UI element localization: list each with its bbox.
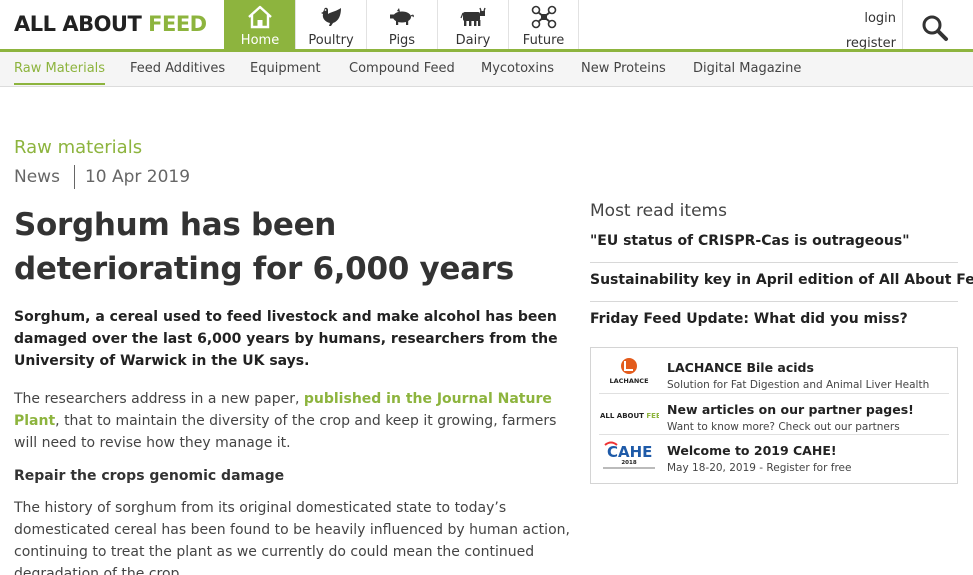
home-icon bbox=[248, 5, 272, 29]
article-paragraph-2: The history of sorghum from its original… bbox=[14, 500, 570, 575]
logo-text-feed: FEED bbox=[148, 12, 207, 36]
paragraph-text: , that to maintain the diversity of the … bbox=[14, 413, 557, 451]
most-read-item[interactable]: Friday Feed Update: What did you miss? bbox=[590, 311, 958, 327]
article-date: 10 Apr 2019 bbox=[84, 167, 191, 187]
category-home[interactable]: Home bbox=[224, 0, 295, 50]
subnav-equipment[interactable]: Equipment bbox=[250, 52, 321, 86]
site-header: ALL ABOUT FEED Home Poultry Pigs Dairy F… bbox=[0, 0, 973, 51]
cow-icon bbox=[460, 7, 486, 26]
drone-icon bbox=[531, 5, 556, 29]
partner-title: New articles on our partner pages! bbox=[667, 402, 914, 417]
partner-item-cahe[interactable]: CAHE 2018 Welcome to 2019 CAHE! May 18-2… bbox=[599, 434, 949, 474]
category-future-label: Future bbox=[522, 33, 565, 48]
category-future[interactable]: Future bbox=[508, 0, 579, 50]
subnav-feed-additives[interactable]: Feed Additives bbox=[130, 52, 225, 86]
article-paragraph-1: The researchers address in a new paper, … bbox=[14, 388, 574, 454]
subnav-mycotoxins[interactable]: Mycotoxins bbox=[481, 52, 554, 86]
logo-text: ALL ABOUT bbox=[14, 12, 149, 36]
partner-subtitle: Want to know more? Check out our partner… bbox=[667, 421, 900, 433]
most-read-item[interactable]: Sustainability key in April edition of A… bbox=[590, 272, 973, 288]
partner-title: Welcome to 2019 CAHE! bbox=[667, 443, 837, 458]
category-poultry[interactable]: Poultry bbox=[295, 0, 366, 50]
article-section-link[interactable]: Raw materials bbox=[14, 137, 142, 158]
mini-logo-text-feed: FEED bbox=[646, 412, 659, 420]
most-read-item[interactable]: "EU status of CRISPR-Cas is outrageous" bbox=[590, 233, 958, 249]
subnav-compound-feed[interactable]: Compound Feed bbox=[349, 52, 455, 86]
category-dairy[interactable]: Dairy bbox=[437, 0, 508, 50]
partner-item-allaboutfeed[interactable]: ALL ABOUT FEED New articles on our partn… bbox=[599, 393, 949, 433]
category-pigs-label: Pigs bbox=[388, 33, 416, 48]
site-logo[interactable]: ALL ABOUT FEED bbox=[14, 12, 207, 36]
divider bbox=[590, 301, 958, 302]
partner-subtitle: May 18-20, 2019 - Register for free bbox=[667, 462, 852, 474]
subnav-digital-magazine[interactable]: Digital Magazine bbox=[693, 52, 801, 86]
search-button[interactable] bbox=[902, 0, 973, 50]
subnav-raw-materials[interactable]: Raw Materials bbox=[14, 52, 106, 86]
category-pigs[interactable]: Pigs bbox=[366, 0, 437, 50]
partner-title: LACHANCE Bile acids bbox=[667, 360, 814, 375]
search-icon bbox=[922, 15, 948, 41]
most-read-heading: Most read items bbox=[590, 201, 727, 221]
divider bbox=[590, 262, 958, 263]
paragraph-text: The researchers address in a new paper, bbox=[14, 391, 304, 407]
chicken-icon bbox=[321, 7, 341, 26]
login-link[interactable]: login bbox=[810, 6, 896, 31]
partner-item-lachance[interactable]: LACHANCE LACHANCE Bile acids Solution fo… bbox=[599, 352, 949, 392]
cahe-logo-text: CAHE bbox=[607, 443, 652, 461]
partner-box: LACHANCE LACHANCE Bile acids Solution fo… bbox=[590, 347, 958, 484]
allaboutfeed-logo: ALL ABOUT FEED bbox=[599, 398, 667, 430]
article-subheading: Repair the crops genomic damage bbox=[14, 468, 285, 484]
meta-divider bbox=[73, 165, 75, 189]
category-home-label: Home bbox=[240, 33, 280, 48]
lachance-logo-icon: LACHANCE bbox=[609, 358, 649, 385]
partner-subtitle: Solution for Fat Digestion and Animal Li… bbox=[667, 379, 930, 391]
article-meta: News 10 Apr 2019 bbox=[14, 165, 190, 189]
article-type: News bbox=[14, 167, 60, 187]
svg-text:ALL ABOUT FEED: ALL ABOUT FEED bbox=[600, 412, 659, 420]
lachance-logo: LACHANCE bbox=[599, 356, 659, 388]
article-lead: Sorghum, a cereal used to feed livestock… bbox=[14, 309, 558, 369]
article-title: Sorghum has been deteriorating for 6,000… bbox=[14, 207, 514, 287]
cahe-logo-year: 2018 bbox=[621, 460, 636, 466]
category-dairy-label: Dairy bbox=[455, 33, 491, 48]
pig-icon bbox=[390, 8, 414, 25]
category-nav: Home Poultry Pigs Dairy Future bbox=[224, 0, 579, 50]
cahe-logo-icon: CAHE 2018 bbox=[603, 441, 655, 469]
category-poultry-label: Poultry bbox=[308, 33, 354, 48]
allaboutfeed-logo-icon: ALL ABOUT FEED bbox=[600, 412, 667, 420]
lachance-logo-text: LACHANCE bbox=[609, 377, 648, 385]
subnav: Raw Materials Feed Additives Equipment C… bbox=[0, 52, 973, 87]
subnav-new-proteins[interactable]: New Proteins bbox=[581, 52, 666, 86]
cahe-logo: CAHE 2018 bbox=[599, 439, 659, 471]
mini-logo-text: ALL ABOUT bbox=[600, 412, 646, 420]
